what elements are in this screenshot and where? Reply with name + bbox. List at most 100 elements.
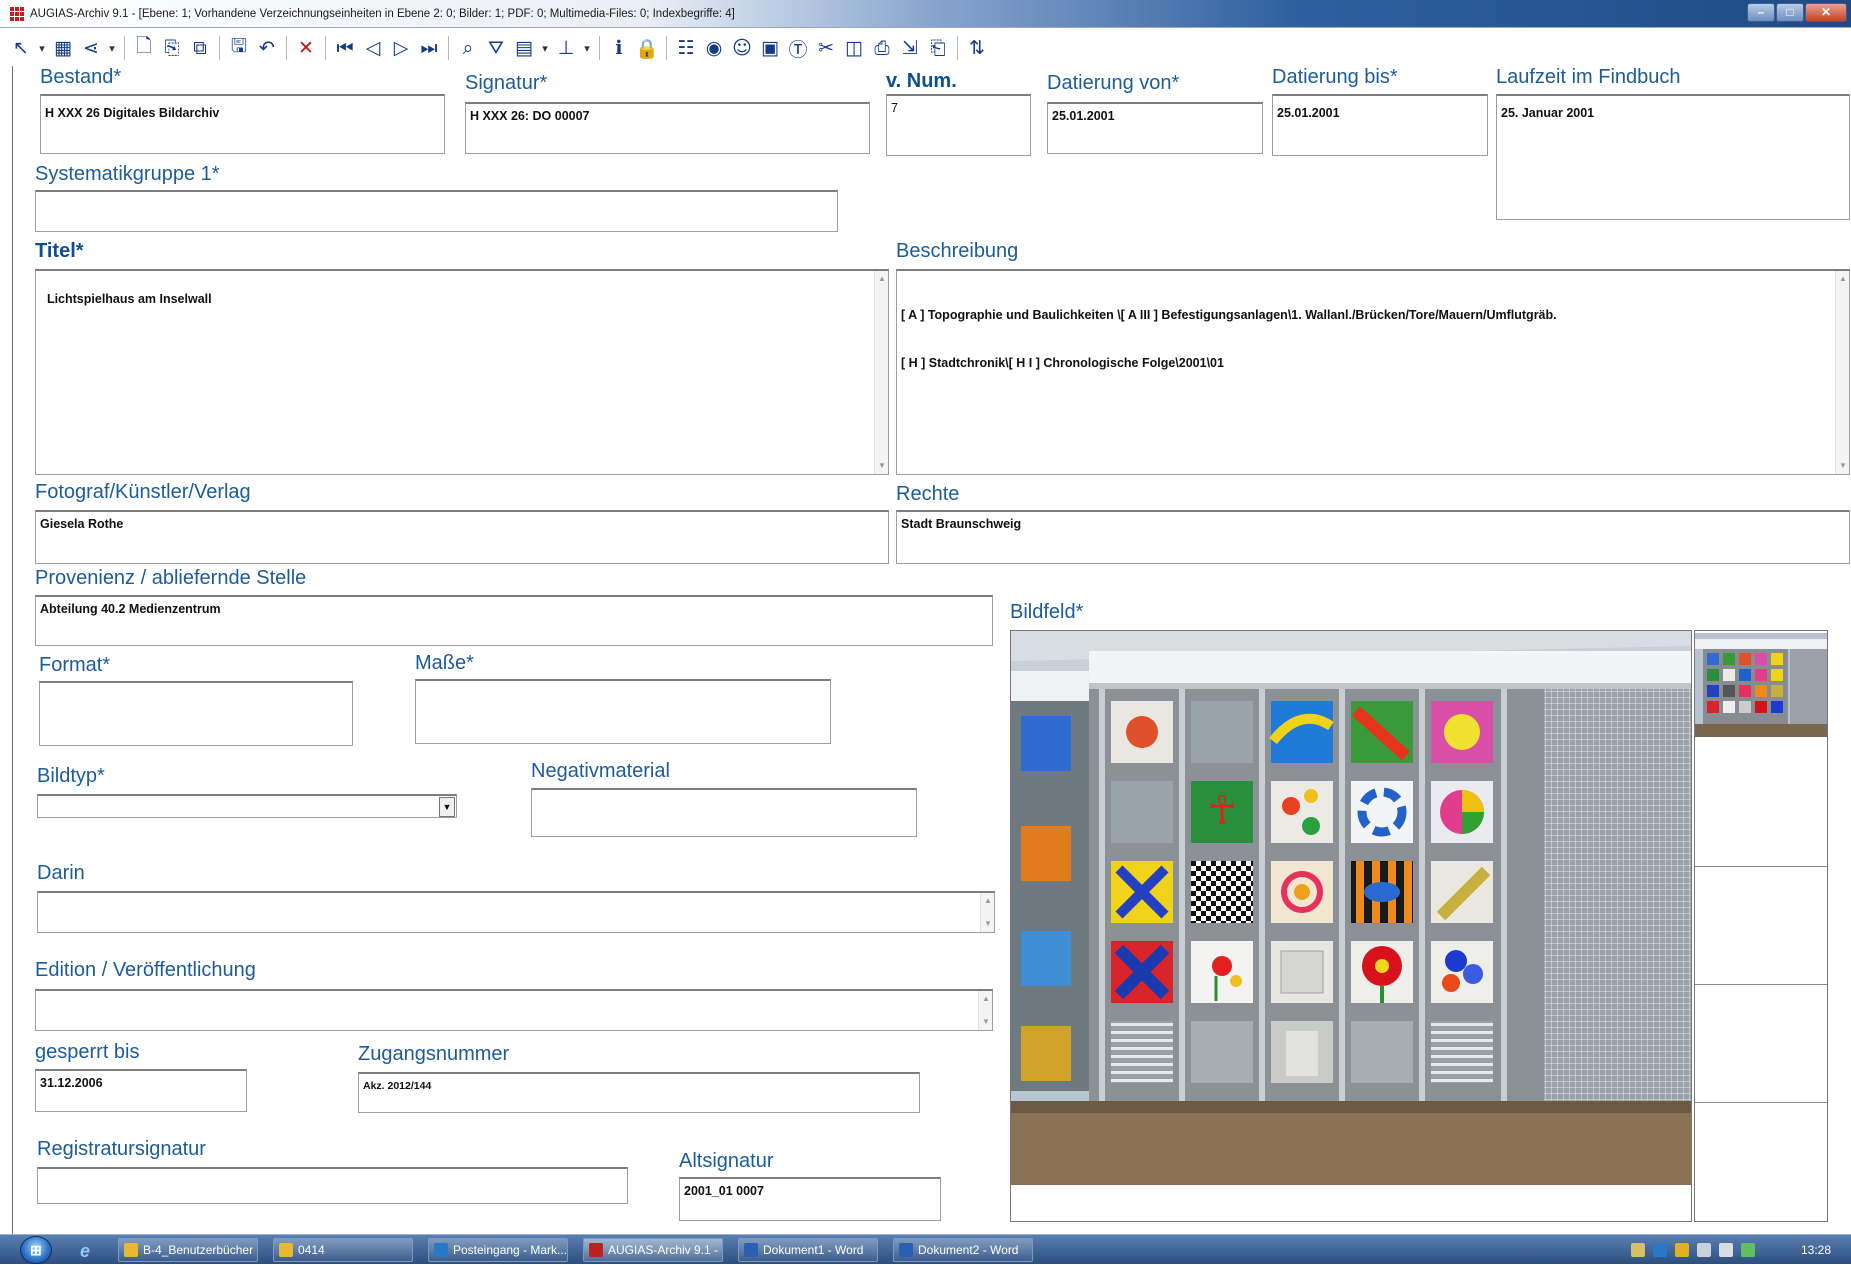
network-icon[interactable]	[1697, 1243, 1711, 1257]
save-icon[interactable]: 🖫	[226, 34, 252, 62]
report-icon[interactable]: ⎗	[925, 34, 951, 62]
undo-icon[interactable]: ↶	[254, 34, 280, 62]
laufzeit-label: Laufzeit im Findbuch	[1496, 66, 1681, 88]
shield-icon[interactable]	[1675, 1243, 1689, 1257]
fotograf-field[interactable]: Giesela Rothe	[35, 510, 889, 564]
calculator-icon[interactable]: ▤	[511, 34, 537, 62]
text-icon[interactable]: Ⓣ	[785, 34, 811, 62]
titel-field[interactable]: Lichtspielhaus am Inselwall ▲ ▼	[35, 269, 889, 475]
provenienz-field[interactable]: Abteilung 40.2 Medienzentrum	[35, 595, 993, 646]
datierung-bis-field[interactable]: 25.01.2001	[1272, 94, 1488, 156]
beschreibung-field[interactable]: [ A ] Topographie und Baulichkeiten \[ A…	[896, 269, 1850, 475]
format-field[interactable]	[39, 681, 353, 746]
bildtyp-select[interactable]: ▼	[37, 794, 457, 818]
chevron-down-icon[interactable]: ▾	[106, 34, 118, 62]
registratursignatur-field[interactable]	[37, 1167, 628, 1204]
clock[interactable]: 13:28	[1801, 1243, 1831, 1257]
thumbnail-4[interactable]	[1695, 985, 1827, 1103]
next-record-icon[interactable]: ▷	[388, 34, 414, 62]
taskbar-item-dokument1[interactable]: Dokument1 - Word	[738, 1238, 878, 1262]
chevron-down-icon[interactable]: ▾	[36, 34, 48, 62]
copy-all-icon[interactable]: ⧉	[187, 34, 213, 62]
chevron-down-icon[interactable]: ▼	[439, 797, 455, 817]
titel-label: Titel*	[35, 240, 84, 262]
darin-field[interactable]: ▲ ▼	[37, 891, 995, 933]
thumbnail-1[interactable]	[1695, 631, 1827, 749]
edition-field[interactable]: ▲ ▼	[35, 989, 993, 1031]
bildfeld-photo[interactable]: ☥	[1011, 631, 1691, 1185]
zugangsnummer-field[interactable]: Akz. 2012/144	[358, 1072, 920, 1113]
prev-record-icon[interactable]: ◁	[360, 34, 386, 62]
laufzeit-field[interactable]: 25. Januar 2001	[1496, 94, 1850, 220]
bestand-field[interactable]: H XXX 26 Digitales Bildarchiv	[40, 94, 445, 154]
volume-icon[interactable]	[1719, 1243, 1733, 1257]
taskbar-item-label: Dokument1 - Word	[763, 1243, 864, 1257]
media-icon[interactable]: ◉	[701, 34, 727, 62]
last-record-icon[interactable]: ⏭	[416, 34, 442, 62]
titel-scrollbar[interactable]: ▲ ▼	[874, 271, 888, 474]
lock-icon[interactable]: 🔒	[634, 34, 660, 62]
info-icon[interactable]: ℹ	[606, 34, 632, 62]
window-title-bar[interactable]: AUGIAS-Archiv 9.1 - [Ebene: 1; Vorhanden…	[0, 0, 1851, 28]
filter-icon[interactable]: ⛛	[483, 34, 509, 62]
update-icon[interactable]	[1741, 1243, 1755, 1257]
svg-text:☥: ☥	[1207, 788, 1237, 834]
systematikgruppe-field[interactable]	[35, 190, 838, 232]
rechte-field[interactable]: Stadt Braunschweig	[896, 510, 1850, 564]
bildfeld-frame[interactable]: ☥	[1010, 630, 1692, 1222]
internet-explorer-icon[interactable]: e	[80, 1241, 90, 1262]
delete-icon[interactable]: ✕	[293, 34, 319, 62]
toolbar-separator	[219, 36, 220, 60]
edition-scrollbar[interactable]: ▲ ▼	[978, 991, 992, 1030]
tools-icon[interactable]: ✂	[813, 34, 839, 62]
taskbar-item-dokument2[interactable]: Dokument2 - Word	[893, 1238, 1033, 1262]
masse-field[interactable]	[415, 679, 831, 744]
beschreibung-label: Beschreibung	[896, 240, 1019, 262]
start-button[interactable]: ⊞	[20, 1236, 52, 1264]
minimize-button[interactable]: –	[1747, 3, 1775, 22]
index-icon[interactable]: ☷	[673, 34, 699, 62]
chevron-down-icon[interactable]: ▾	[581, 34, 593, 62]
windows-taskbar: ⊞ e B-4_Benutzerbücher 0414 Posteingang …	[0, 1234, 1851, 1264]
export-icon[interactable]: ⇲	[897, 34, 923, 62]
close-button[interactable]: ✕	[1805, 3, 1847, 22]
di-icon[interactable]: ◫	[841, 34, 867, 62]
tree-icon[interactable]: ⋖	[78, 34, 104, 62]
taskbar-item-label: Posteingang - Mark...	[453, 1243, 568, 1257]
negativmaterial-field[interactable]	[531, 788, 917, 837]
search-icon[interactable]: ⌕	[455, 34, 481, 62]
taskbar-item-label: 0414	[298, 1243, 325, 1257]
thumbnail-3[interactable]	[1695, 867, 1827, 985]
taskbar-item-benutzerbuecher[interactable]: B-4_Benutzerbücher	[118, 1238, 258, 1262]
select-arrow-icon[interactable]: ↖	[8, 34, 34, 62]
vnum-field[interactable]: 7	[886, 94, 1031, 156]
stamp-icon[interactable]: ⊥	[553, 34, 579, 62]
taskbar-item-outlook[interactable]: Posteingang - Mark...	[428, 1238, 568, 1262]
datierung-von-field[interactable]: 25.01.2001	[1047, 102, 1263, 154]
sort-icon[interactable]: ⇅	[964, 34, 990, 62]
signatur-field[interactable]: H XXX 26: DO 00007	[465, 102, 870, 154]
new-record-icon[interactable]: 🗋	[131, 34, 157, 62]
beschreibung-scrollbar[interactable]: ▲ ▼	[1835, 271, 1849, 474]
rechte-label: Rechte	[896, 483, 960, 505]
thumbnail-5[interactable]	[1695, 1103, 1827, 1221]
document-icon[interactable]: ▣	[757, 34, 783, 62]
gesperrt-bis-field[interactable]: 31.12.2006	[35, 1069, 247, 1112]
thumbnail-2[interactable]	[1695, 749, 1827, 867]
altsignatur-field[interactable]: 2001_01 0007	[679, 1177, 941, 1221]
language-icon[interactable]	[1631, 1243, 1645, 1257]
signatur-label: Signatur*	[465, 72, 548, 94]
darin-scrollbar[interactable]: ▲ ▼	[980, 893, 994, 932]
first-record-icon[interactable]: ⏮	[332, 34, 358, 62]
maximize-button[interactable]: □	[1776, 3, 1804, 22]
taskbar-item-augias[interactable]: AUGIAS-Archiv 9.1 - ...	[583, 1238, 723, 1262]
print-icon[interactable]: ⎙	[869, 34, 895, 62]
copy-record-icon[interactable]: ⎘	[159, 34, 185, 62]
grid-icon[interactable]: ▦	[50, 34, 76, 62]
bestand-label: Bestand*	[40, 66, 122, 88]
people-icon[interactable]: ☺	[729, 34, 755, 62]
taskbar-item-0414[interactable]: 0414	[273, 1238, 413, 1262]
window-title: AUGIAS-Archiv 9.1 - [Ebene: 1; Vorhanden…	[30, 8, 735, 20]
chevron-down-icon[interactable]: ▾	[539, 34, 551, 62]
outlook-tray-icon[interactable]	[1653, 1243, 1667, 1257]
